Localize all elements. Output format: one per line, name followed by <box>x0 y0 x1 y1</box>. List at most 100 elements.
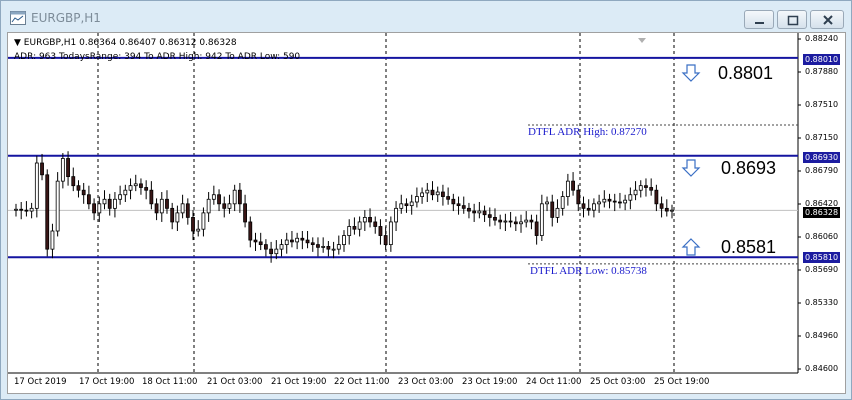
time-tick: 17 Oct 19:00 <box>79 377 135 387</box>
candle-body <box>128 185 133 191</box>
candle-body <box>441 191 445 197</box>
candle-body <box>290 239 294 243</box>
price-chart[interactable] <box>8 33 847 395</box>
candle-body <box>638 185 643 191</box>
candle-body <box>664 207 669 212</box>
candle-body <box>316 244 320 248</box>
candle-body <box>430 189 435 196</box>
candle-body <box>467 207 471 212</box>
candle-body <box>592 203 596 211</box>
candle-body <box>435 191 440 196</box>
candle-body <box>253 239 258 243</box>
candle-body <box>170 207 175 223</box>
candle-body <box>81 189 86 196</box>
price-tick: 0.85330 <box>805 298 839 307</box>
candle-body <box>388 221 393 246</box>
candle-body <box>24 209 29 212</box>
candle-body <box>357 221 362 230</box>
candle-body <box>383 235 388 246</box>
level-high-label: 0.8801 <box>718 63 774 83</box>
price-box-current: 0.86328 <box>803 207 841 218</box>
candle-body <box>368 217 372 223</box>
candle-body <box>149 189 154 205</box>
price-tick: 0.87510 <box>805 100 839 109</box>
candle-body <box>550 201 555 218</box>
restore-button[interactable] <box>777 10 807 29</box>
candle-body <box>305 239 310 244</box>
price-tick: 0.86790 <box>805 166 839 175</box>
chart-area[interactable]: ▼ EURGBP,H1 0.86364 0.86407 0.86312 0.86… <box>7 32 846 394</box>
candle-body <box>14 208 18 211</box>
candle-body <box>180 203 185 214</box>
price-tick: 0.85690 <box>805 265 839 274</box>
arrow-down-icon <box>681 159 701 177</box>
symbol-info: ▼ EURGBP,H1 0.86364 0.86407 0.86312 0.86… <box>14 38 237 48</box>
candle-body <box>34 162 39 209</box>
close-button[interactable] <box>810 10 844 29</box>
candle-body <box>191 217 195 232</box>
candle-body <box>258 241 263 246</box>
candle-body <box>60 158 65 182</box>
time-tick: 24 Oct 11:00 <box>526 377 582 387</box>
candle-body <box>310 242 315 246</box>
candle-body <box>211 194 216 200</box>
candle-body <box>248 221 253 241</box>
dropdown-triangle-icon[interactable]: ▼ <box>14 38 24 48</box>
candle-body <box>118 194 123 200</box>
time-tick: 25 Oct 03:00 <box>590 377 646 387</box>
candle-body <box>513 221 518 225</box>
candle-body <box>29 207 34 212</box>
candle-body <box>222 203 227 209</box>
candle-body <box>144 187 149 191</box>
candle-body <box>123 189 128 196</box>
time-tick: 17 Oct 2019 <box>14 377 67 387</box>
candle-body <box>45 174 50 250</box>
price-box-low: 0.85810 <box>803 252 841 263</box>
candle-body <box>644 185 648 188</box>
price-tick: 0.87880 <box>805 67 839 76</box>
candle-body <box>602 198 607 203</box>
candle-body <box>420 192 424 197</box>
candle-body <box>71 176 76 187</box>
arrow-up-icon <box>681 238 701 256</box>
candle-body <box>165 198 169 209</box>
candle-body <box>19 208 24 211</box>
minimize-button[interactable] <box>744 10 774 29</box>
candle-body <box>196 228 201 232</box>
time-tick: 23 Oct 19:00 <box>462 377 518 387</box>
candle-body <box>295 237 300 243</box>
candle-body <box>347 226 352 236</box>
candle-body <box>581 203 586 209</box>
chart-window-icon <box>10 11 26 25</box>
candle-body <box>659 203 664 209</box>
candle-body <box>612 200 617 203</box>
candle-body <box>284 239 289 246</box>
window-title: EURGBP,H1 <box>31 11 101 25</box>
time-tick: 21 Oct 19:00 <box>271 377 327 387</box>
candle-body <box>378 226 383 236</box>
candle-body <box>409 201 414 207</box>
candle-body <box>628 194 633 201</box>
candle-body <box>539 203 544 236</box>
candle-body <box>279 244 284 250</box>
candle-body <box>232 189 237 205</box>
time-tick: 22 Oct 11:00 <box>334 377 390 387</box>
candle-body <box>649 187 654 191</box>
candle-body <box>425 189 430 194</box>
candle-body <box>217 194 221 205</box>
dtfl-adr-low-label: DTFL ADR Low: 0.85738 <box>530 265 647 277</box>
candle-body <box>508 220 513 223</box>
candle-body <box>373 221 378 227</box>
dtfl-adr-high-label: DTFL ADR High: 0.87270 <box>528 126 647 138</box>
candle-body <box>55 180 60 232</box>
candle-body <box>565 180 570 197</box>
candle-body <box>618 201 622 204</box>
candle-body <box>331 248 336 251</box>
level-mid-label: 0.8693 <box>721 158 777 178</box>
title-bar[interactable]: EURGBP,H1 <box>1 1 851 33</box>
candle-body <box>607 198 612 202</box>
candle-body <box>597 201 602 205</box>
candle-body <box>336 244 341 250</box>
adr-info: ADR: 963 TodaysRange: 394 To ADR High: 9… <box>14 52 301 62</box>
candle-body <box>326 246 331 250</box>
